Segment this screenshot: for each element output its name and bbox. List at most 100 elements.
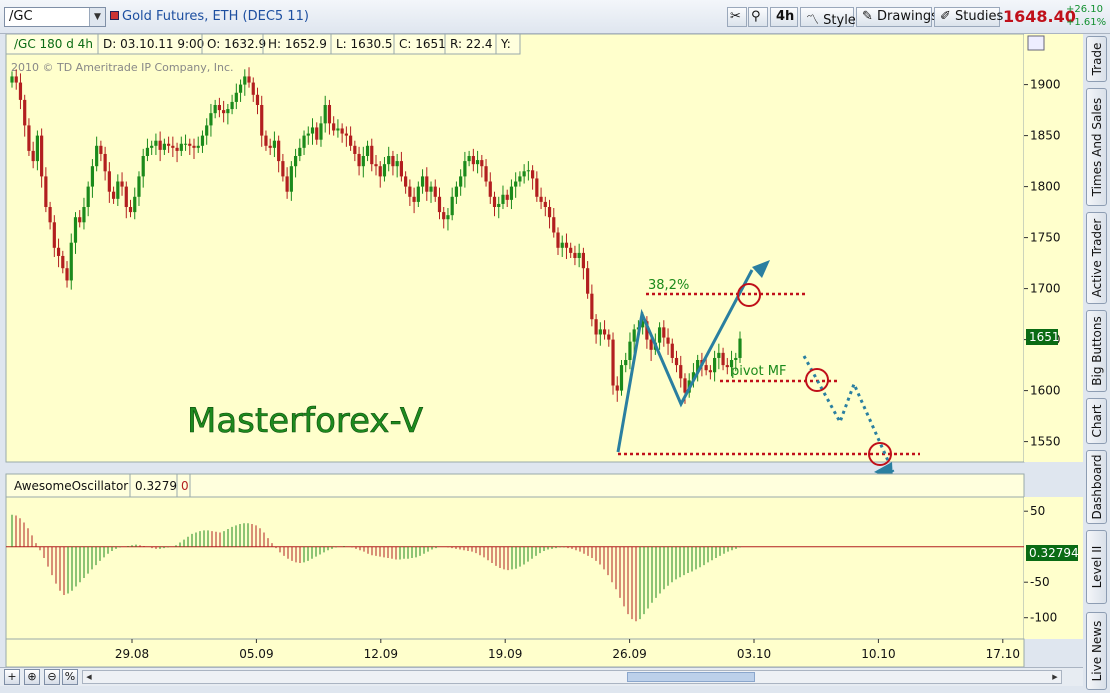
candle-body xyxy=(31,150,35,162)
studies-button[interactable]: ✐ Studies xyxy=(934,7,1004,27)
timeframe-button[interactable]: 4h xyxy=(770,7,798,27)
zoom-in-icon[interactable]: ⊕ xyxy=(24,669,40,685)
scroll-right-icon[interactable]: ▶ xyxy=(1049,672,1061,682)
time-tick-label: 29.08 xyxy=(115,647,149,661)
candle-body xyxy=(302,135,306,148)
candle-body xyxy=(200,135,205,146)
link-tool-icon[interactable]: ⚲ xyxy=(748,7,768,27)
candle-body xyxy=(306,133,310,136)
candle-body xyxy=(167,143,171,146)
drawings-button[interactable]: ✎ Drawings xyxy=(856,7,938,27)
studies-label: Studies xyxy=(955,9,1004,24)
candle-body xyxy=(581,252,585,269)
candle-body xyxy=(619,365,624,391)
candle-body xyxy=(632,329,636,342)
sidebar-tab-chart[interactable]: Chart xyxy=(1086,398,1107,444)
style-icon: 〽 xyxy=(806,13,820,28)
candle-body xyxy=(412,196,416,202)
candle-body xyxy=(336,128,340,131)
candle-body xyxy=(387,156,391,165)
sidebar-tab-big-buttons[interactable]: Big Buttons xyxy=(1086,310,1107,392)
candle-body xyxy=(429,186,433,192)
candle-body xyxy=(90,166,95,187)
candle-body xyxy=(505,194,509,200)
zoom-out-icon[interactable]: ⊖ xyxy=(44,669,60,685)
chart-area[interactable]: /GC 180 d 4h D: 03.10.11 9:00 O: 1632.9 … xyxy=(0,34,1083,667)
symbol-input[interactable]: /GC ▼ xyxy=(4,7,106,27)
oscillator-zero: 0 xyxy=(181,479,189,493)
candle-body xyxy=(293,156,298,167)
candle-body xyxy=(683,378,687,393)
candle-body xyxy=(459,176,463,187)
candle-body xyxy=(492,196,497,207)
add-button[interactable]: + xyxy=(4,669,20,685)
candle-body xyxy=(670,343,674,358)
candle-body xyxy=(416,186,420,202)
candle-body xyxy=(480,160,484,167)
candle-body xyxy=(61,255,65,269)
crosshair-tool-icon[interactable]: ✂ xyxy=(727,7,747,27)
pivot-label: pivot MF xyxy=(731,364,786,379)
candle-body xyxy=(590,293,594,320)
candle-body xyxy=(192,145,196,148)
candle-body xyxy=(82,207,86,223)
symbol-dropdown-icon[interactable]: ▼ xyxy=(89,8,105,26)
candle-body xyxy=(442,212,446,220)
candle-body xyxy=(602,329,607,335)
oscillator-tick-label: -50 xyxy=(1030,575,1050,589)
net-change: +26.10 xyxy=(1066,4,1104,15)
scroll-left-icon[interactable]: ◀ xyxy=(83,672,95,682)
candle xyxy=(611,332,615,395)
price-axis[interactable] xyxy=(1024,34,1083,462)
time-tick-label: 17.10 xyxy=(986,647,1020,661)
sidebar-tab-active-trader[interactable]: Active Trader xyxy=(1086,212,1107,304)
sidebar-tab-label: Active Trader xyxy=(1089,218,1104,298)
sidebar-tab-dashboard[interactable]: Dashboard xyxy=(1086,450,1107,524)
candle-body xyxy=(103,153,107,172)
sidebar-tab-live-news[interactable]: Live News xyxy=(1086,612,1107,690)
sidebar-tab-times-and-sales[interactable]: Times And Sales xyxy=(1086,88,1107,206)
price-tick-label: 1900 xyxy=(1030,78,1061,92)
candle-body xyxy=(315,127,319,140)
time-tick-label: 12.09 xyxy=(364,647,398,661)
price-panel[interactable] xyxy=(5,34,1025,463)
candle-body xyxy=(657,327,662,343)
candle-body xyxy=(624,360,628,366)
candle-body xyxy=(120,181,124,187)
candle-body xyxy=(10,76,14,83)
symbol-description-text: Gold Futures, ETH (DEC5 11) xyxy=(122,9,309,24)
oscillator-panel[interactable] xyxy=(5,496,1025,640)
candle-body xyxy=(285,176,289,192)
candle-body xyxy=(247,76,251,83)
candle-body xyxy=(35,135,39,162)
horizontal-scrollbar[interactable]: ◀ ▶ xyxy=(82,670,1062,684)
scroll-thumb[interactable] xyxy=(627,672,755,682)
price-marker-text: 1651 xyxy=(1029,330,1060,344)
candle-body xyxy=(40,135,44,177)
candle-body xyxy=(344,133,348,136)
percent-button[interactable]: % xyxy=(62,669,78,685)
candle-body xyxy=(27,125,31,151)
oscillator-marker-text: 0.32794 xyxy=(1029,546,1079,560)
candle-body xyxy=(552,217,556,233)
sidebar-tab-trade[interactable]: Trade xyxy=(1086,36,1107,82)
candle-body xyxy=(319,123,323,140)
panel-settings-icon[interactable] xyxy=(1027,35,1045,51)
studies-icon: ✐ xyxy=(940,9,951,24)
candle-body xyxy=(116,181,120,199)
candle-body xyxy=(577,252,581,258)
candle-body xyxy=(573,252,577,258)
candle-body xyxy=(679,365,683,379)
candle-body xyxy=(56,247,61,256)
style-button[interactable]: 〽 Style xyxy=(800,7,856,28)
time-tick-label: 19.09 xyxy=(488,647,522,661)
candle-body xyxy=(721,352,725,366)
candle-body xyxy=(535,178,539,197)
price-tick-label: 1600 xyxy=(1030,384,1061,398)
sidebar-tab-level-ii[interactable]: Level II xyxy=(1086,530,1107,604)
candle-body xyxy=(52,222,56,248)
drawings-label: Drawings xyxy=(877,9,938,24)
candle-body xyxy=(327,105,332,124)
watermark: Masterforex-V xyxy=(187,401,423,441)
sidebar-tab-label: Times And Sales xyxy=(1089,97,1104,197)
